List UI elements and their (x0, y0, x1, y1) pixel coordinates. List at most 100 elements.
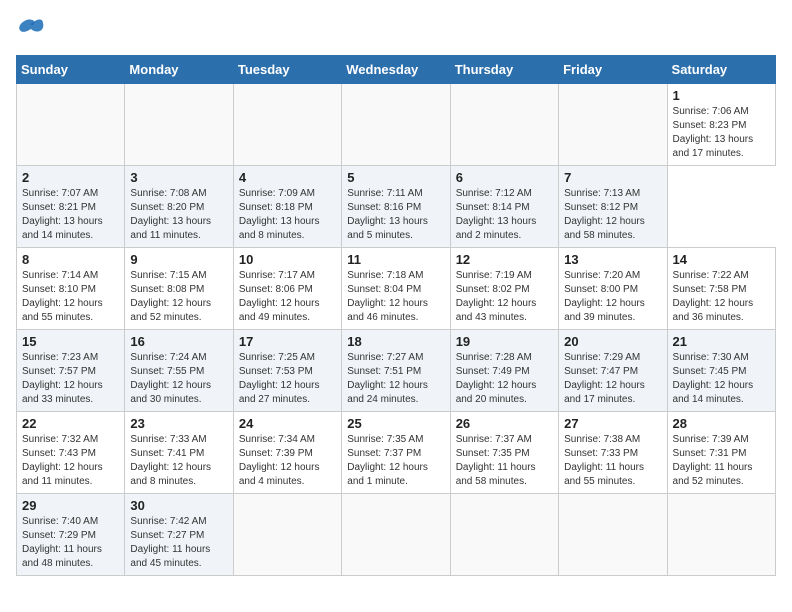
day-info: Sunrise: 7:40 AMSunset: 7:29 PMDaylight:… (22, 515, 119, 571)
calendar-cell: 23 Sunrise: 7:33 AMSunset: 7:41 PMDayligh… (125, 412, 233, 494)
header-wednesday: Wednesday (342, 56, 450, 84)
logo (16, 16, 48, 43)
calendar-cell: 8 Sunrise: 7:14 AMSunset: 8:10 PMDaylight… (17, 248, 125, 330)
day-number: 24 (239, 416, 336, 431)
day-info: Sunrise: 7:29 AMSunset: 7:47 PMDaylight:… (564, 351, 661, 407)
calendar-cell: 19 Sunrise: 7:28 AMSunset: 7:49 PMDayligh… (450, 330, 558, 412)
day-number: 18 (347, 334, 444, 349)
day-number: 30 (130, 498, 227, 513)
day-number: 20 (564, 334, 661, 349)
header-tuesday: Tuesday (233, 56, 341, 84)
calendar-cell: 20 Sunrise: 7:29 AMSunset: 7:47 PMDayligh… (559, 330, 667, 412)
day-number: 22 (22, 416, 119, 431)
calendar-cell (233, 84, 341, 166)
day-number: 9 (130, 252, 227, 267)
calendar-cell: 12 Sunrise: 7:19 AMSunset: 8:02 PMDayligh… (450, 248, 558, 330)
day-info: Sunrise: 7:25 AMSunset: 7:53 PMDaylight:… (239, 351, 336, 407)
day-number: 23 (130, 416, 227, 431)
day-number: 10 (239, 252, 336, 267)
day-info: Sunrise: 7:07 AMSunset: 8:21 PMDaylight:… (22, 187, 119, 243)
day-info: Sunrise: 7:06 AMSunset: 8:23 PMDaylight:… (673, 105, 770, 161)
day-number: 17 (239, 334, 336, 349)
calendar-cell: 28 Sunrise: 7:39 AMSunset: 7:31 PMDayligh… (667, 412, 775, 494)
day-info: Sunrise: 7:30 AMSunset: 7:45 PMDaylight:… (673, 351, 770, 407)
day-info: Sunrise: 7:28 AMSunset: 7:49 PMDaylight:… (456, 351, 553, 407)
calendar-cell (450, 494, 558, 576)
day-number: 14 (673, 252, 770, 267)
day-number: 5 (347, 170, 444, 185)
day-number: 28 (673, 416, 770, 431)
day-number: 15 (22, 334, 119, 349)
header-saturday: Saturday (667, 56, 775, 84)
page-header (16, 16, 776, 43)
calendar-cell: 10 Sunrise: 7:17 AMSunset: 8:06 PMDayligh… (233, 248, 341, 330)
day-number: 11 (347, 252, 444, 267)
calendar-cell (559, 494, 667, 576)
calendar-week-row: 15 Sunrise: 7:23 AMSunset: 7:57 PMDayligh… (17, 330, 776, 412)
day-info: Sunrise: 7:34 AMSunset: 7:39 PMDaylight:… (239, 433, 336, 489)
day-number: 27 (564, 416, 661, 431)
day-info: Sunrise: 7:35 AMSunset: 7:37 PMDaylight:… (347, 433, 444, 489)
day-number: 4 (239, 170, 336, 185)
day-number: 16 (130, 334, 227, 349)
day-info: Sunrise: 7:18 AMSunset: 8:04 PMDaylight:… (347, 269, 444, 325)
calendar-week-row: 29 Sunrise: 7:40 AMSunset: 7:29 PMDayligh… (17, 494, 776, 576)
calendar-cell: 16 Sunrise: 7:24 AMSunset: 7:55 PMDayligh… (125, 330, 233, 412)
day-info: Sunrise: 7:27 AMSunset: 7:51 PMDaylight:… (347, 351, 444, 407)
day-info: Sunrise: 7:15 AMSunset: 8:08 PMDaylight:… (130, 269, 227, 325)
day-info: Sunrise: 7:33 AMSunset: 7:41 PMDaylight:… (130, 433, 227, 489)
day-number: 13 (564, 252, 661, 267)
calendar-week-row: 22 Sunrise: 7:32 AMSunset: 7:43 PMDayligh… (17, 412, 776, 494)
calendar-cell: 17 Sunrise: 7:25 AMSunset: 7:53 PMDayligh… (233, 330, 341, 412)
calendar-cell: 24 Sunrise: 7:34 AMSunset: 7:39 PMDayligh… (233, 412, 341, 494)
day-number: 6 (456, 170, 553, 185)
day-info: Sunrise: 7:13 AMSunset: 8:12 PMDaylight:… (564, 187, 661, 243)
day-info: Sunrise: 7:09 AMSunset: 8:18 PMDaylight:… (239, 187, 336, 243)
calendar-cell: 29 Sunrise: 7:40 AMSunset: 7:29 PMDayligh… (17, 494, 125, 576)
day-info: Sunrise: 7:12 AMSunset: 8:14 PMDaylight:… (456, 187, 553, 243)
calendar-week-row: 2 Sunrise: 7:07 AMSunset: 8:21 PMDaylight… (17, 166, 776, 248)
day-info: Sunrise: 7:24 AMSunset: 7:55 PMDaylight:… (130, 351, 227, 407)
day-info: Sunrise: 7:22 AMSunset: 7:58 PMDaylight:… (673, 269, 770, 325)
calendar-cell: 14 Sunrise: 7:22 AMSunset: 7:58 PMDayligh… (667, 248, 775, 330)
day-number: 2 (22, 170, 119, 185)
calendar-cell (559, 84, 667, 166)
day-info: Sunrise: 7:19 AMSunset: 8:02 PMDaylight:… (456, 269, 553, 325)
day-number: 8 (22, 252, 119, 267)
calendar-cell: 6 Sunrise: 7:12 AMSunset: 8:14 PMDaylight… (450, 166, 558, 248)
calendar-cell: 26Sunrise: 7:37 AMSunset: 7:35 PMDayligh… (450, 412, 558, 494)
day-number: 3 (130, 170, 227, 185)
day-number: 7 (564, 170, 661, 185)
calendar-cell: 2 Sunrise: 7:07 AMSunset: 8:21 PMDaylight… (17, 166, 125, 248)
calendar-cell: 30Sunrise: 7:42 AMSunset: 7:27 PMDayligh… (125, 494, 233, 576)
calendar-cell: 22 Sunrise: 7:32 AMSunset: 7:43 PMDayligh… (17, 412, 125, 494)
day-number: 21 (673, 334, 770, 349)
calendar-cell: 1 Sunrise: 7:06 AMSunset: 8:23 PMDaylight… (667, 84, 775, 166)
header-sunday: Sunday (17, 56, 125, 84)
calendar-cell: 27Sunrise: 7:38 AMSunset: 7:33 PMDayligh… (559, 412, 667, 494)
header-thursday: Thursday (450, 56, 558, 84)
calendar-cell: 3 Sunrise: 7:08 AMSunset: 8:20 PMDaylight… (125, 166, 233, 248)
calendar-cell (17, 84, 125, 166)
calendar-cell: 18 Sunrise: 7:27 AMSunset: 7:51 PMDayligh… (342, 330, 450, 412)
calendar-cell (125, 84, 233, 166)
header-monday: Monday (125, 56, 233, 84)
day-number: 29 (22, 498, 119, 513)
day-number: 19 (456, 334, 553, 349)
calendar-cell (342, 84, 450, 166)
calendar-cell (450, 84, 558, 166)
day-number: 12 (456, 252, 553, 267)
day-info: Sunrise: 7:23 AMSunset: 7:57 PMDaylight:… (22, 351, 119, 407)
day-number: 1 (673, 88, 770, 103)
day-info: Sunrise: 7:39 AMSunset: 7:31 PMDaylight:… (673, 433, 770, 489)
calendar-cell (233, 494, 341, 576)
calendar-week-row: 8 Sunrise: 7:14 AMSunset: 8:10 PMDaylight… (17, 248, 776, 330)
calendar-cell: 11 Sunrise: 7:18 AMSunset: 8:04 PMDayligh… (342, 248, 450, 330)
day-number: 26 (456, 416, 553, 431)
day-info: Sunrise: 7:14 AMSunset: 8:10 PMDaylight:… (22, 269, 119, 325)
day-info: Sunrise: 7:08 AMSunset: 8:20 PMDaylight:… (130, 187, 227, 243)
day-info: Sunrise: 7:32 AMSunset: 7:43 PMDaylight:… (22, 433, 119, 489)
day-number: 25 (347, 416, 444, 431)
day-info: Sunrise: 7:17 AMSunset: 8:06 PMDaylight:… (239, 269, 336, 325)
day-info: Sunrise: 7:11 AMSunset: 8:16 PMDaylight:… (347, 187, 444, 243)
